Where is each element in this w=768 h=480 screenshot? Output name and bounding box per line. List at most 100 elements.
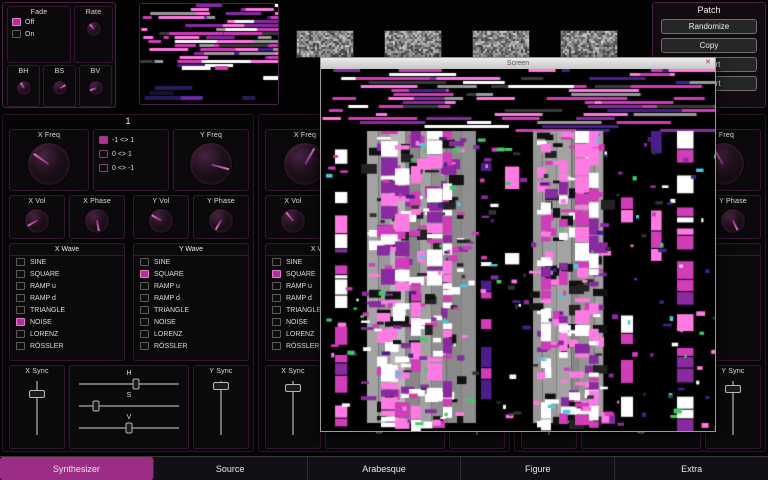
wave-option-lorenz[interactable]: LORENZ — [10, 328, 124, 340]
h-slider[interactable] — [77, 378, 181, 390]
wave-checkbox[interactable] — [140, 270, 149, 278]
slider-handle[interactable] — [29, 390, 45, 398]
screen-window-titlebar[interactable]: Screen ✕ — [321, 58, 715, 69]
tab-synthesizer[interactable]: Synthesizer — [0, 457, 154, 480]
wave-checkbox[interactable] — [272, 306, 281, 314]
fade-option-on[interactable]: On — [8, 28, 70, 40]
screen-output-display — [321, 69, 715, 431]
wave-checkbox[interactable] — [272, 270, 281, 278]
wave-checkbox[interactable] — [272, 294, 281, 302]
wave-option-rossler[interactable]: RÖSSLER — [10, 340, 124, 352]
y-freq-knob[interactable] — [189, 142, 233, 186]
synthesizer-app: Fade Off On Rate BH BS BV — [0, 0, 768, 480]
range-option-negative[interactable]: 0 <> -1 — [94, 161, 168, 175]
x-phase-knob[interactable] — [84, 208, 110, 234]
wave-checkbox[interactable] — [272, 330, 281, 338]
x-vol-knob[interactable] — [280, 208, 306, 234]
wave-option-square[interactable]: SQUARE — [10, 268, 124, 280]
y-phase-knob[interactable] — [720, 208, 746, 234]
x-sync-slider[interactable] — [26, 379, 48, 437]
wave-checkbox[interactable] — [272, 282, 281, 290]
x-sync-slider[interactable] — [282, 379, 304, 437]
slider-handle[interactable] — [285, 384, 301, 392]
tab-arabesque[interactable]: Arabesque — [308, 457, 462, 480]
wave-checkbox[interactable] — [140, 306, 149, 314]
wave-checkbox[interactable] — [16, 294, 25, 302]
fade-off-checkbox[interactable] — [12, 18, 21, 26]
randomize-button[interactable]: Randomize — [661, 19, 757, 34]
x-vol-knob[interactable] — [24, 208, 50, 234]
slider-handle[interactable] — [126, 423, 133, 434]
tab-extra[interactable]: Extra — [615, 457, 768, 480]
tab-source[interactable]: Source — [154, 457, 308, 480]
slider-handle[interactable] — [213, 382, 229, 390]
wave-option-square[interactable]: SQUARE — [134, 268, 248, 280]
noise-thumb-4[interactable] — [560, 30, 618, 58]
fade-on-checkbox[interactable] — [12, 30, 21, 38]
wave-option-triangle[interactable]: TRIANGLE — [134, 304, 248, 316]
wave-checkbox[interactable] — [272, 258, 281, 266]
slider-handle[interactable] — [725, 385, 741, 393]
wave-checkbox[interactable] — [140, 318, 149, 326]
range-option-positive[interactable]: 0 <> 1 — [94, 147, 168, 161]
range-checkbox[interactable] — [99, 136, 108, 144]
wave-checkbox[interactable] — [16, 342, 25, 350]
copy-button[interactable]: Copy — [661, 38, 757, 53]
range-option-bipolar[interactable]: -1 <> 1 — [94, 133, 168, 147]
rate-knob[interactable] — [86, 21, 102, 37]
wave-checkbox[interactable] — [16, 282, 25, 290]
y-sync-slider[interactable] — [722, 379, 744, 437]
wave-checkbox[interactable] — [140, 342, 149, 350]
wave-checkbox[interactable] — [16, 270, 25, 278]
y-vol-knob[interactable] — [148, 208, 174, 234]
noise-thumb-2[interactable] — [384, 30, 442, 58]
wave-checkbox[interactable] — [16, 330, 25, 338]
wave-checkbox[interactable] — [140, 258, 149, 266]
wave-checkbox[interactable] — [16, 258, 25, 266]
s-slider[interactable] — [77, 400, 181, 412]
wave-option-noise[interactable]: NOISE — [134, 316, 248, 328]
wave-option-noise[interactable]: NOISE — [10, 316, 124, 328]
knob-needle — [89, 24, 94, 30]
x-freq-knob[interactable] — [27, 142, 71, 186]
x-freq-panel: X Freq — [9, 129, 89, 191]
wave-checkbox[interactable] — [16, 306, 25, 314]
bs-knob[interactable] — [52, 80, 68, 96]
tab-figure[interactable]: Figure — [461, 457, 615, 480]
knob-needle — [732, 221, 738, 231]
wave-option-ramp-down[interactable]: RAMP d — [10, 292, 124, 304]
knob-needle — [151, 215, 161, 222]
bh-knob[interactable] — [16, 80, 32, 96]
range-checkbox[interactable] — [99, 150, 108, 158]
wave-checkbox[interactable] — [272, 318, 281, 326]
wave-option-lorenz[interactable]: LORENZ — [134, 328, 248, 340]
fade-option-off[interactable]: Off — [8, 16, 70, 28]
wave-checkbox[interactable] — [140, 282, 149, 290]
x-phase-panel: X Phase — [69, 195, 125, 239]
slider-handle[interactable] — [92, 401, 99, 412]
wave-option-sine[interactable]: SINE — [10, 256, 124, 268]
wave-checkbox[interactable] — [140, 330, 149, 338]
wave-option-triangle[interactable]: TRIANGLE — [10, 304, 124, 316]
bv-knob[interactable] — [88, 80, 104, 96]
wave-checkbox[interactable] — [140, 294, 149, 302]
wave-option-sine[interactable]: SINE — [134, 256, 248, 268]
wave-checkbox[interactable] — [272, 342, 281, 350]
wave-option-ramp-up[interactable]: RAMP u — [10, 280, 124, 292]
v-slider[interactable] — [77, 422, 181, 434]
y-phase-knob[interactable] — [208, 208, 234, 234]
wave-option-rossler[interactable]: RÖSSLER — [134, 340, 248, 352]
noise-thumb-1[interactable] — [296, 30, 354, 58]
noise-thumb-3[interactable] — [472, 30, 530, 58]
range-checkbox[interactable] — [99, 164, 108, 172]
slider-handle[interactable] — [133, 379, 140, 390]
wave-option-ramp-up[interactable]: RAMP u — [134, 280, 248, 292]
wave-option-ramp-down[interactable]: RAMP d — [134, 292, 248, 304]
range-option-label: 0 <> -1 — [112, 165, 134, 172]
wave-label: NOISE — [154, 319, 176, 326]
fade-rate-panel: Fade Off On Rate BH BS BV — [2, 2, 116, 108]
rate-box: Rate — [74, 6, 113, 63]
y-sync-slider[interactable] — [210, 379, 232, 437]
close-icon[interactable]: ✕ — [703, 58, 713, 68]
wave-checkbox[interactable] — [16, 318, 25, 326]
